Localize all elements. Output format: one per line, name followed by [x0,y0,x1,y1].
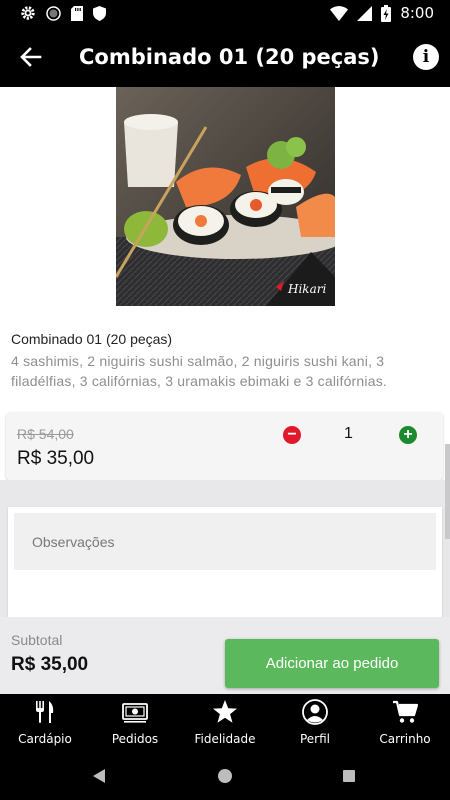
observations-card [8,507,442,617]
decrease-quantity-button[interactable]: − [283,426,301,444]
bottom-nav: Cardápio Pedidos Fidelidade Perfil Carri… [0,694,450,754]
settings-gear-icon [21,6,35,20]
product-image: Hikari [116,87,335,306]
sd-card-icon [71,5,83,21]
current-price: R$ 35,00 [17,448,95,469]
increase-quantity-button[interactable]: + [399,426,417,444]
system-navigation-bar [0,754,450,800]
status-right-icons: 8:00 [330,4,434,22]
system-home-icon[interactable] [218,769,232,783]
battery-charging-icon [381,4,392,22]
status-left-icons [20,5,106,21]
nav-label-cardapio: Cardápio [18,732,72,746]
scrollbar[interactable] [445,444,450,539]
old-price: R$ 54,00 [17,426,74,442]
info-icon: i [422,47,430,67]
add-to-order-button[interactable]: Adicionar ao pedido [225,639,439,688]
arrow-back-icon [20,47,42,67]
nav-item-pedidos[interactable]: Pedidos [90,694,180,754]
nav-item-fidelidade[interactable]: Fidelidade [180,694,270,754]
system-recent-apps-icon[interactable] [343,770,355,782]
nav-label-perfil: Perfil [299,732,331,746]
plus-icon: + [403,426,413,443]
order-footer: Subtotal R$ 35,00 Adicionar ao pedido [0,617,450,694]
wifi-icon [330,5,349,21]
back-button[interactable] [18,44,44,70]
cash-icon [122,703,148,723]
page-title: Combinado 01 (20 peças) [79,45,380,69]
nav-item-cardapio[interactable]: Cardápio [0,694,90,754]
nav-item-carrinho[interactable]: Carrinho [360,694,450,754]
nav-label-carrinho: Carrinho [379,732,431,746]
circle-icon [46,5,61,21]
hikari-logo: Hikari [287,282,326,296]
app-bar: Combinado 01 (20 peças) i [0,27,450,87]
nav-item-perfil[interactable]: Perfil [270,694,360,754]
product-name: Combinado 01 (20 peças) [11,331,173,347]
profile-icon [302,699,328,725]
product-description: 4 sashimis, 2 niguiris sushi salmão, 2 n… [11,353,387,389]
product-content: Hikari Combinado 01 (20 peças) 4 sashimi… [0,87,450,617]
signal-icon [357,5,373,21]
price-card: R$ 54,00 R$ 35,00 − 1 + [6,412,443,480]
nav-label-fidelidade: Fidelidade [194,732,256,746]
observations-input[interactable] [14,513,436,570]
status-time: 8:00 [400,4,434,22]
cart-icon [393,700,418,723]
nav-label-pedidos: Pedidos [111,732,159,746]
subtotal-value: R$ 35,00 [11,654,89,675]
shield-icon [93,5,106,21]
star-icon [213,700,237,723]
minus-icon: − [287,426,297,443]
status-bar: 8:00 [0,0,450,27]
quantity-value: 1 [344,425,353,442]
subtotal-label: Subtotal [11,632,63,648]
sushi-photo: Hikari [116,87,335,306]
fork-knife-icon [36,701,54,723]
system-back-icon[interactable] [92,769,106,783]
info-button[interactable]: i [413,44,439,70]
